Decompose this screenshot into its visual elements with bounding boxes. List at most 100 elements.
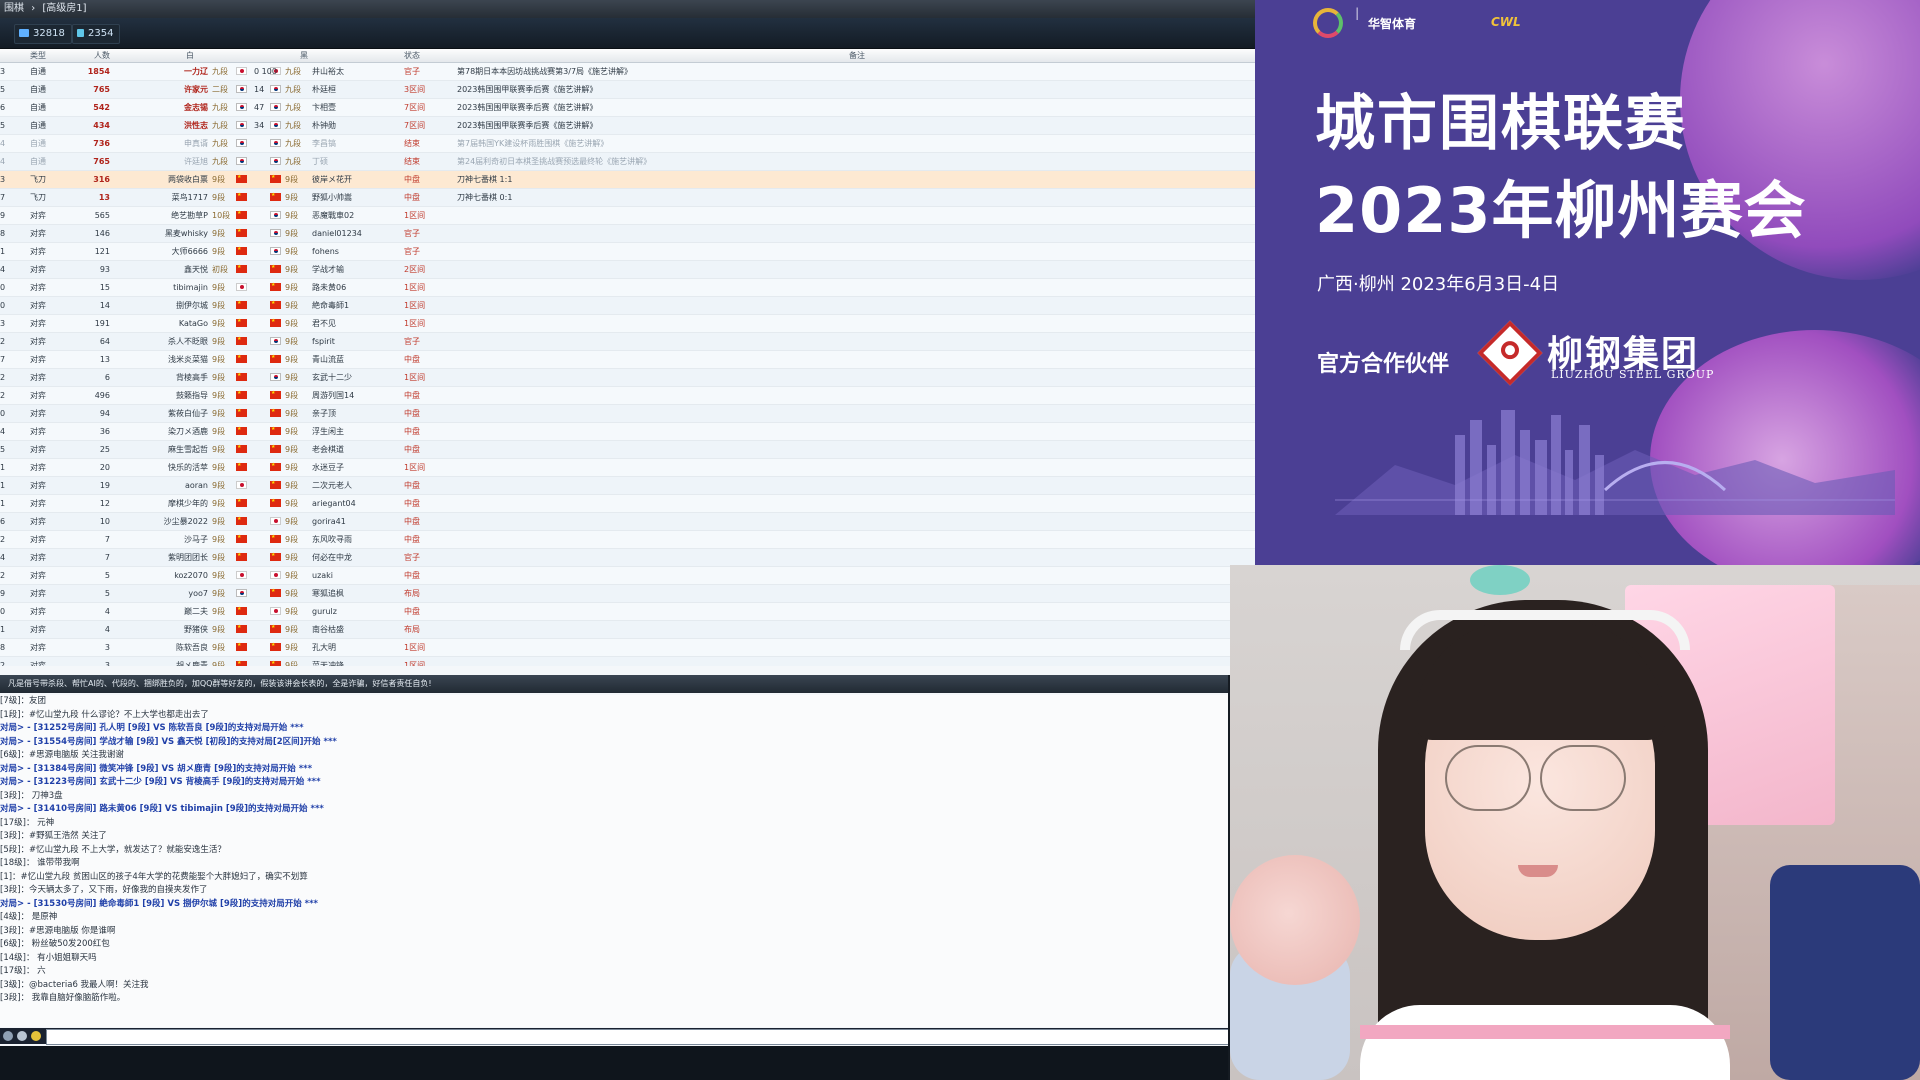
table-row[interactable]: 9 对弈 565 绝艺勘草P 10段 9段 恶魔戰車02 1区间 [0, 207, 1255, 225]
chat-message[interactable]: [4级]： 是原神 [0, 911, 1228, 925]
table-row[interactable]: 3 自通 1854 一力辽 九段 九段 井山裕太 官子 第78期日本本因坊战挑战赛第3/7局《施… [0, 63, 1255, 81]
white-rank: 九段 [212, 121, 228, 130]
column-header-white[interactable]: 白 [120, 49, 260, 62]
table-row[interactable]: 0 对弈 14 捌伊尔城 9段 9段 絶命毒師1 1区间 [0, 297, 1255, 315]
column-header-black[interactable]: 黑 [300, 49, 380, 62]
table-row[interactable]: 2 对弈 5 koz2070 9段 9段 uzaki 中盘 [0, 567, 1255, 585]
column-header-count[interactable]: 人数 [84, 49, 110, 62]
table-row[interactable]: 5 自通 765 许家元 二段 九段 朴廷桓 3区间 2023韩国围甲联赛季后赛《施艺讲解》 14 [0, 81, 1255, 99]
kr-flag-icon [270, 229, 281, 237]
room-count-badge[interactable]: 2354 [72, 24, 121, 44]
chat-message[interactable]: [3段]： 我靠自脑好像脑筋作啦。 [0, 992, 1228, 1006]
row-index: 1 [0, 499, 6, 508]
plush-toy-pig [1230, 855, 1360, 985]
cn-flag-icon [270, 390, 281, 399]
black-player: 恶魔戰車02 [312, 211, 355, 220]
cn-flag-icon [270, 174, 281, 183]
black-player: 浮生闲主 [312, 427, 344, 436]
table-row[interactable]: 4 自通 736 申真谞 九段 九段 李昌镐 结束 第7届韩国YK建设杯雨胜围棋《施艺讲解》 [0, 135, 1255, 153]
table-row[interactable]: 1 对弈 4 野猪侠 9段 9段 南谷枯盛 布局 [0, 621, 1255, 639]
chat-system-message[interactable]: 对局> - [31252号房间] 孔人明 [9段] VS 陈软吾良 [9段]的支… [0, 722, 1228, 736]
chat-settings-icon[interactable] [3, 1031, 13, 1041]
white-country [236, 621, 250, 638]
table-row[interactable]: 5 对弈 25 麻生雪起哲 9段 9段 老会棋道 中盘 [0, 441, 1255, 459]
white-country [236, 135, 250, 152]
chat-message[interactable]: [3级]：@bacteria6 我最人啊！关注我 [0, 979, 1228, 993]
chat-message[interactable]: [1段]：#忆山堂九段 什么谬论？不上大学也都走出去了 [0, 709, 1228, 723]
viewer-count: 5 [104, 571, 110, 580]
chat-message[interactable]: [6级]：#思源电脑版 关注我谢谢 [0, 749, 1228, 763]
chat-log[interactable]: [7级]：友团 [1段]：#忆山堂九段 什么谬论？不上大学也都走出去了 对局> - … [0, 695, 1228, 1027]
table-row[interactable]: 0 对弈 4 巅二夫 9段 9段 gurulz 中盘 [0, 603, 1255, 621]
table-row[interactable]: 9 对弈 5 yoo7 9段 9段 寒狐追枫 布局 [0, 585, 1255, 603]
table-row[interactable]: 4 对弈 7 紫明团团长 9段 9段 何必在中龙 官子 [0, 549, 1255, 567]
table-row[interactable]: 2 对弈 3 胡メ鹿青 9段 9段 菜天冲锋 1区间 [0, 657, 1255, 666]
emoji-panel-icon[interactable] [17, 1031, 27, 1041]
game-status: 官子 [404, 67, 420, 76]
chat-system-message[interactable]: 对局> - [31384号房间] 微笑冲锋 [9段] VS 胡メ鹿青 [9段]的… [0, 763, 1228, 777]
row-index: 8 [0, 643, 6, 652]
chat-message[interactable]: [1]：#忆山堂九段 贫困山区的孩子4年大学的花费能娶个大胖媳妇了，确实不划算 [0, 871, 1228, 885]
chat-system-message[interactable]: 对局> - [31223号房间] 玄武十二少 [9段] VS 背棱高手 [9段]… [0, 776, 1228, 790]
chat-message[interactable]: [7级]：友团 [0, 695, 1228, 709]
table-row[interactable]: 8 对弈 3 陈软吾良 9段 9段 孔大明 1区间 [0, 639, 1255, 657]
smiley-icon[interactable] [31, 1031, 41, 1041]
game-status: 7区间 [404, 121, 426, 130]
chat-message[interactable]: [3段]：#思源电脑版 你是谁啊 [0, 925, 1228, 939]
table-row[interactable]: 1 对弈 121 大师6666 9段 9段 fohens 官子 [0, 243, 1255, 261]
table-row[interactable]: 8 对弈 146 黑麦whisky 9段 9段 daniel01234 官子 [0, 225, 1255, 243]
viewer-count: 94 [99, 409, 110, 418]
room-note: 2023韩国围甲联赛季后赛《施艺讲解》 [457, 85, 598, 94]
chat-message[interactable]: [3段]： 刀神3盘 [0, 790, 1228, 804]
white-country [236, 279, 250, 296]
table-row[interactable]: 4 对弈 93 鑫天悦 初段 9段 学战才输 2区间 [0, 261, 1255, 279]
cn-flag-icon [236, 228, 247, 237]
chat-system-message[interactable]: 对局> - [31554号房间] 学战才输 [9段] VS 鑫天悦 [初段]的支… [0, 736, 1228, 750]
game-status: 官子 [404, 553, 420, 562]
chat-message[interactable]: [18级]： 谁带带我啊 [0, 857, 1228, 871]
chat-message[interactable]: [3段]：#野狐王浩然 关注了 [0, 830, 1228, 844]
table-row[interactable]: 1 对弈 20 快乐的活苹 9段 9段 水迷豆子 1区间 [0, 459, 1255, 477]
table-row[interactable]: 0 对弈 94 紫莜白仙子 9段 9段 亲子顶 中盘 [0, 405, 1255, 423]
chat-message[interactable]: [3段]：今天辆太多了，又下雨，好像我的自摸夹发作了 [0, 884, 1228, 898]
black-country [270, 243, 284, 260]
table-row[interactable]: 2 对弈 64 杀人不眨眼 9段 9段 fspirit 官子 [0, 333, 1255, 351]
chat-message[interactable]: [6级]： 粉丝破50发200红包 [0, 938, 1228, 952]
table-row[interactable]: 0 对弈 15 tibimajin 9段 9段 路未黄06 1区间 [0, 279, 1255, 297]
breadcrumb-room[interactable]: [高级房1] [42, 3, 86, 14]
chat-input[interactable] [46, 1029, 1230, 1045]
chat-message[interactable]: [17级]： 元神 [0, 817, 1228, 831]
table-row[interactable]: 4 对弈 36 染刀メ酒鹿 9段 9段 浮生闲主 中盘 [0, 423, 1255, 441]
table-row[interactable]: 6 对弈 10 沙尘暴2022 9段 9段 gorira41 中盘 [0, 513, 1255, 531]
table-row[interactable]: 2 对弈 496 鼓籁指导 9段 9段 周游列国14 中盘 [0, 387, 1255, 405]
row-index: 6 [0, 103, 6, 112]
chat-message[interactable]: [14级]： 有小姐姐聊天吗 [0, 952, 1228, 966]
white-rank: 9段 [212, 607, 226, 616]
table-row[interactable]: 1 对弈 19 aoran 9段 9段 二次元老人 中盘 [0, 477, 1255, 495]
chat-message[interactable]: [17级]： 六 [0, 965, 1228, 979]
game-status: 1区间 [404, 643, 426, 652]
app-title: 围棋 [4, 3, 24, 14]
column-header-type[interactable]: 类型 [30, 49, 74, 62]
table-row[interactable]: 2 对弈 7 沙马子 9段 9段 东风吹寻雨 中盘 [0, 531, 1255, 549]
white-player: yoo7 [188, 589, 208, 598]
table-row[interactable]: 3 飞刀 316 两袋收白票 9段 9段 彼岸メ花开 中盘 刀神七番棋 1:1 [0, 171, 1255, 189]
table-row[interactable]: 5 自通 434 洪性志 九段 九段 朴钟勋 7区间 2023韩国围甲联赛季后赛《施艺讲解》 34 [0, 117, 1255, 135]
black-player: fohens [312, 247, 339, 256]
table-row[interactable]: 7 对弈 13 浅米炎菜猫 9段 9段 青山流蓝 中盘 [0, 351, 1255, 369]
table-row[interactable]: 4 自通 765 许廷旭 九段 九段 丁硕 结束 第24届利奇初日本棋圣挑战赛预选最终轮《施艺讲… [0, 153, 1255, 171]
table-row[interactable]: 3 对弈 191 KataGo 9段 9段 君不见 1区间 [0, 315, 1255, 333]
table-row[interactable]: 1 对弈 12 摩棋少年的 9段 9段 ariegant04 中盘 [0, 495, 1255, 513]
chat-system-message[interactable]: 对局> - [31530号房间] 絶命毒師1 [9段] VS 捌伊尔城 [9段]… [0, 898, 1228, 912]
column-header-status[interactable]: 状态 [404, 49, 434, 62]
notice-bar: 凡是借号带杀段、帮忙AI的、代段的、捆绑胜负的，加QQ群等好友的，假装该讲会长表… [0, 675, 1238, 693]
white-country [236, 63, 250, 80]
column-header-note[interactable]: 备注 [457, 49, 1255, 62]
chat-system-message[interactable]: 对局> - [31410号房间] 路未黄06 [9段] VS tibimajin… [0, 803, 1228, 817]
table-row[interactable]: 2 对弈 6 背棱高手 9段 9段 玄武十二少 1区间 [0, 369, 1255, 387]
online-count-badge[interactable]: 32818 [14, 24, 72, 44]
table-row[interactable]: 6 自通 542 金志锡 九段 九段 卞相壹 7区间 2023韩国围甲联赛季后赛《施艺讲解》 47 [0, 99, 1255, 117]
table-row[interactable]: 7 飞刀 13 菜鸟1717 9段 9段 野狐小帅嵩 中盘 刀神七番棋 0:1 [0, 189, 1255, 207]
chat-message[interactable]: [5段]：#忆山堂九段 不上大学，就发达了？就能安逸生活？ [0, 844, 1228, 858]
row-index: 2 [0, 535, 6, 544]
